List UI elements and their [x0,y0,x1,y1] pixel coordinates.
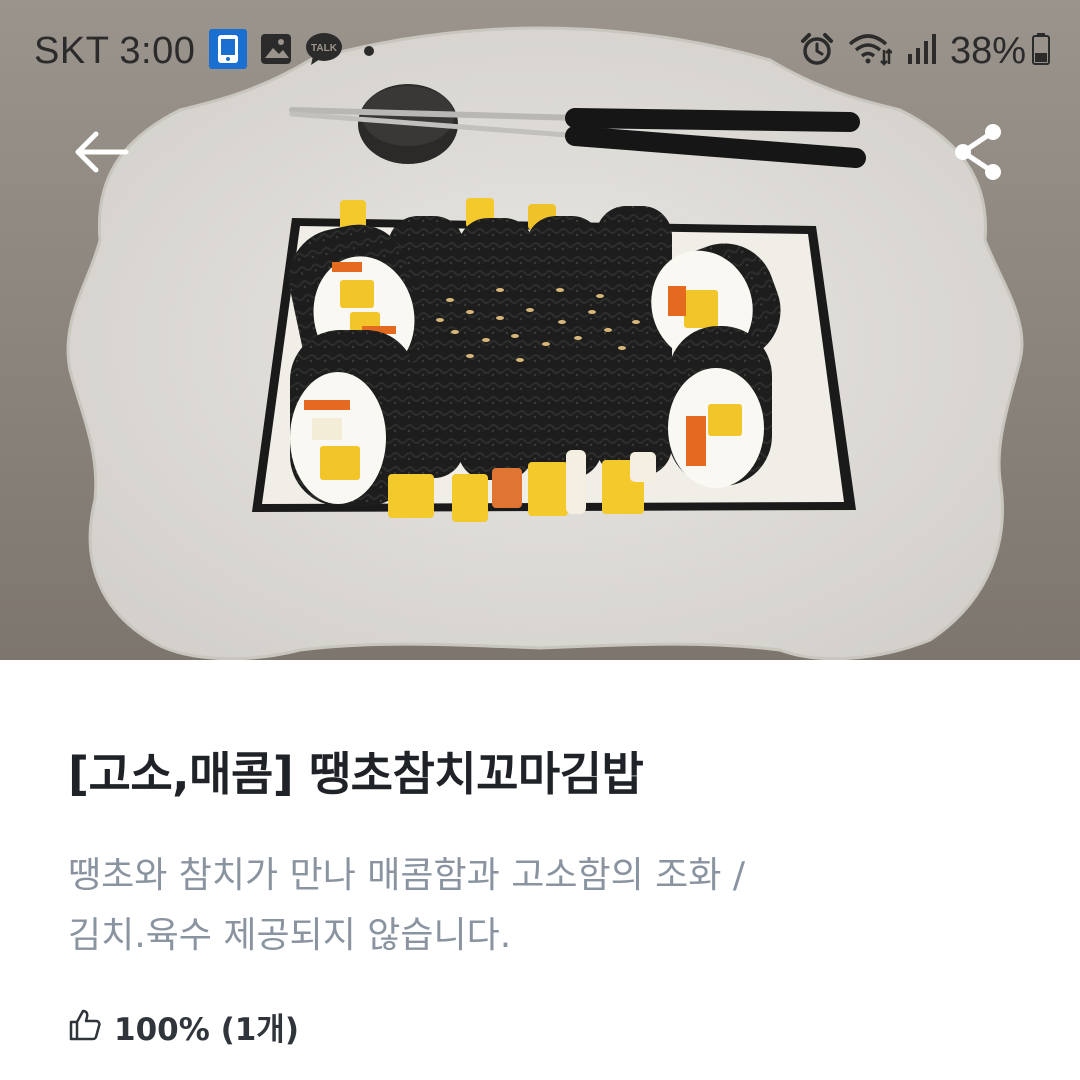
kakaotalk-icon: TALK [305,32,343,70]
alarm-icon [800,32,834,70]
gallery-icon [259,32,293,70]
clock-time: 3:00 [119,29,196,72]
arrow-left-icon [74,130,130,178]
product-title: [고소,매콤] 땡초참치꼬마김밥 [68,747,644,801]
product-description: 땡초와 참치가 만나 매콤함과 고소함의 조화 / 김치.육수 제공되지 않습니… [68,846,968,966]
battery-fill [1035,53,1047,62]
talk-badge-text: TALK [311,43,338,54]
wifi-icon [848,32,893,70]
status-bar-right: 38% [800,28,1050,74]
carrier-label: SKT [34,29,110,72]
rating-text: 100% (1개) [114,1012,299,1048]
status-bar-left: SKT 3:00 TALK [34,28,375,74]
battery-icon [1032,33,1050,69]
description-line-2: 김치.육수 제공되지 않습니다. [68,915,512,956]
share-button[interactable] [938,114,1018,194]
back-button[interactable] [62,114,142,194]
status-bar: SKT 3:00 TALK 38% [0,0,1080,100]
rating-summary[interactable]: 100% (1개) [68,1004,299,1049]
share-icon [951,122,1005,186]
product-info-panel: [고소,매콤] 땡초참치꼬마김밥 땡초와 참치가 만나 매콤함과 고소함의 조화… [0,660,1080,1080]
signal-icon [906,34,936,68]
thumbs-up-icon [68,1008,102,1046]
battery-percent: 38% [949,29,1026,72]
phone-app-icon [209,29,248,73]
description-line-1: 땡초와 참치가 만나 매콤함과 고소함의 조화 / [68,855,745,896]
dot-icon [363,42,375,61]
product-photo[interactable]: SKT 3:00 TALK 38% [0,0,1080,660]
